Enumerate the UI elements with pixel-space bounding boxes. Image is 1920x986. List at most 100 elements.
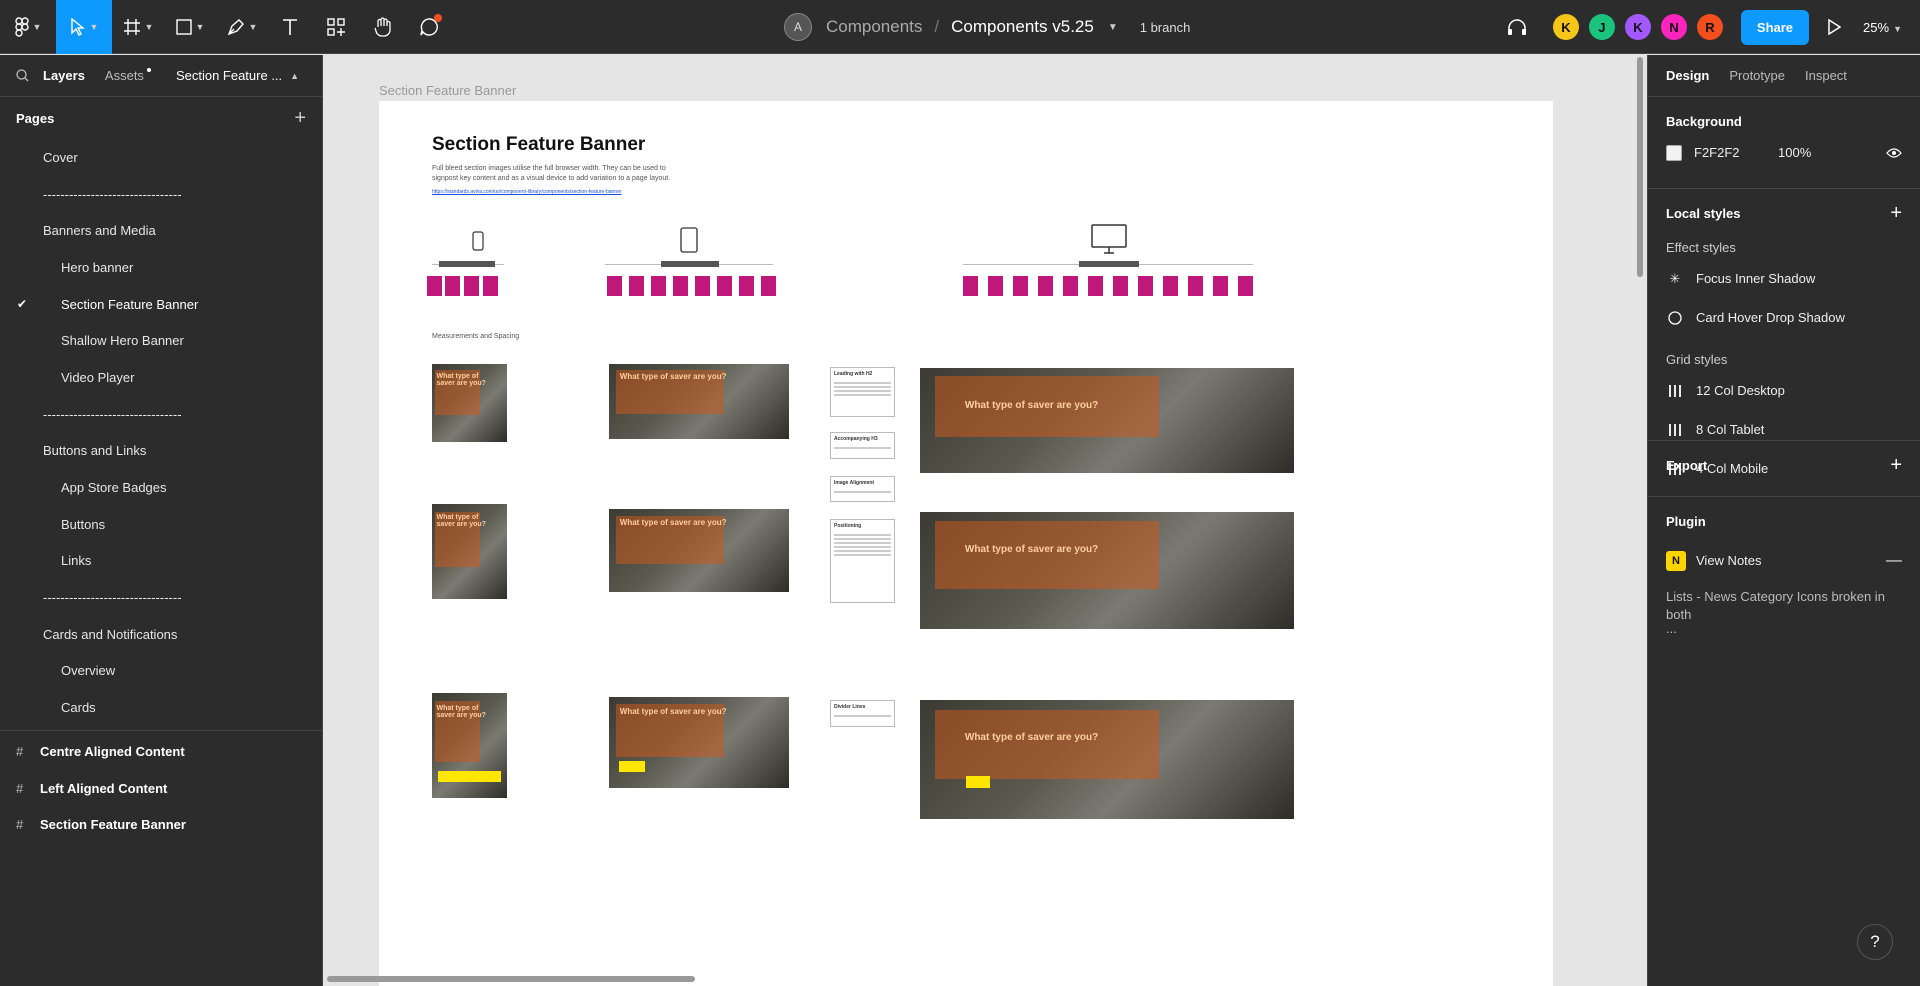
spec-note-card[interactable]: Leading with H2 [830,367,895,417]
tab-design[interactable]: Design [1666,68,1709,83]
artboard[interactable]: Section Feature Banner Full bleed sectio… [379,101,1553,986]
vertical-scrollbar[interactable] [1637,57,1643,277]
collapse-icon[interactable]: — [1886,552,1902,570]
page-divider[interactable]: -------------------------------- [0,579,322,616]
effect-styles-title: Effect styles [1666,239,1736,255]
hand-tool-button[interactable] [360,0,406,54]
collaborator-avatar[interactable]: J [1588,14,1615,40]
chevron-up-icon[interactable]: ▲ [290,71,299,81]
tab-inspect[interactable]: Inspect [1805,68,1847,83]
page-divider[interactable]: -------------------------------- [0,176,322,213]
page-item-current[interactable]: ✔ Section Feature Banner [0,286,322,323]
comment-tool-button[interactable] [406,0,452,54]
background-fill-row[interactable]: F2F2F2 100% [1666,133,1902,172]
tab-assets[interactable]: Assets [105,68,151,83]
spec-note-card[interactable]: Accompanying H3 [830,432,895,459]
page-item[interactable]: Video Player [0,359,322,396]
team-avatar[interactable]: A [784,13,812,41]
banner-title: What type of saver are you? [436,372,486,387]
zoom-level: 25% [1863,19,1890,35]
banner-preview-mobile[interactable]: What type of saver are you? [432,504,507,599]
pages-header: Pages + [0,97,322,139]
collaborator-avatar[interactable]: R [1696,14,1723,40]
banner-preview-mobile[interactable]: What type of saver are you? [432,693,507,798]
page-item[interactable]: Overview [0,653,322,690]
spec-note-card[interactable]: Divider Lines [830,700,895,727]
file-name[interactable]: Components v5.25 [951,17,1094,37]
style-item[interactable]: ✳ Focus Inner Shadow [1666,259,1902,298]
shape-tool-button[interactable]: ▼ [164,0,216,54]
collaborator-avatar[interactable]: K [1552,14,1579,40]
background-opacity[interactable]: 100% [1778,145,1886,160]
page-item[interactable]: Cards and Notifications [0,616,322,653]
page-item[interactable]: Cards [0,689,322,726]
color-swatch[interactable] [1666,144,1682,161]
note-title: Accompanying H3 [834,436,878,442]
main-menu-button[interactable]: ▼ [0,0,56,54]
grid-column [445,276,460,296]
eye-icon[interactable] [1886,147,1902,159]
frame-tool-button[interactable]: ▼ [112,0,164,54]
layer-frame[interactable]: # Left Aligned Content [0,770,322,807]
background-hex[interactable]: F2F2F2 [1694,145,1778,160]
add-page-icon[interactable]: + [294,107,306,130]
text-tool-button[interactable] [268,0,312,54]
banner-preview-mobile[interactable]: What type of saver are you? [432,364,507,442]
page-divider[interactable]: -------------------------------- [0,396,322,433]
zoom-menu[interactable]: 25% ▼ [1863,20,1920,35]
page-item[interactable]: Buttons and Links [0,433,322,470]
spec-note-card[interactable]: Positioning [830,519,895,603]
branch-indicator[interactable]: 1 branch [1140,20,1191,35]
banner-preview-desktop[interactable]: What type of saver are you? [920,512,1294,629]
search-icon[interactable] [16,69,29,82]
grid-column [739,276,754,296]
layer-frame[interactable]: # Centre Aligned Content [0,733,322,770]
banner-overlay [934,521,1160,590]
page-item[interactable]: Links [0,543,322,580]
help-button[interactable]: ? [1857,924,1893,960]
page-item[interactable]: Buttons [0,506,322,543]
collaborator-avatar[interactable]: K [1624,14,1651,40]
spec-note-card[interactable]: Image Alignment [830,476,895,502]
layer-frame[interactable]: # Section Feature Banner [0,806,322,843]
drop-shadow-icon [1666,310,1684,325]
style-item[interactable]: Card Hover Drop Shadow [1666,298,1902,337]
add-style-icon[interactable]: + [1890,202,1902,225]
horizontal-scrollbar[interactable] [327,976,695,982]
cursor-icon [70,17,85,36]
page-item[interactable]: Shallow Hero Banner [0,322,322,359]
plugin-item[interactable]: N View Notes — [1666,541,1902,580]
frame-label[interactable]: Section Feature Banner [379,83,516,98]
audio-button[interactable] [1507,18,1527,36]
page-item[interactable]: Cover [0,139,322,176]
banner-preview-desktop[interactable]: What type of saver are you? [920,700,1294,819]
chevron-down-icon[interactable]: ▼ [1108,22,1118,33]
banner-preview-tablet[interactable]: What type of saver are you? [609,697,789,788]
share-button[interactable]: Share [1740,9,1810,45]
add-export-icon[interactable]: + [1890,454,1902,477]
note-title: Positioning [834,523,862,529]
banner-title: What type of saver are you? [964,543,1099,555]
mobile-icon [472,231,484,251]
move-tool-button[interactable]: ▼ [56,0,112,54]
project-name[interactable]: Components [826,17,922,37]
page-item[interactable]: Hero banner [0,249,322,286]
banner-preview-tablet[interactable]: What type of saver are you? [609,509,789,592]
page-item[interactable]: Banners and Media [0,212,322,249]
style-item[interactable]: 12 Col Desktop [1666,371,1902,410]
grid-column [761,276,776,296]
pen-tool-button[interactable]: ▼ [216,0,268,54]
tab-prototype[interactable]: Prototype [1729,68,1785,83]
banner-preview-desktop[interactable]: What type of saver are you? [920,368,1294,473]
grid-column [427,276,442,296]
components-icon [327,17,345,36]
present-button[interactable] [1827,19,1842,35]
collaborator-avatar[interactable]: N [1660,14,1687,40]
page-selector[interactable]: Section Feature ... [176,68,282,83]
resources-button[interactable] [312,0,360,54]
tab-layers[interactable]: Layers [43,68,85,83]
canvas[interactable]: Section Feature Banner Section Feature B… [323,55,1647,986]
grid-column [717,276,732,296]
page-item[interactable]: App Store Badges [0,469,322,506]
banner-preview-tablet[interactable]: What type of saver are you? [609,364,789,439]
